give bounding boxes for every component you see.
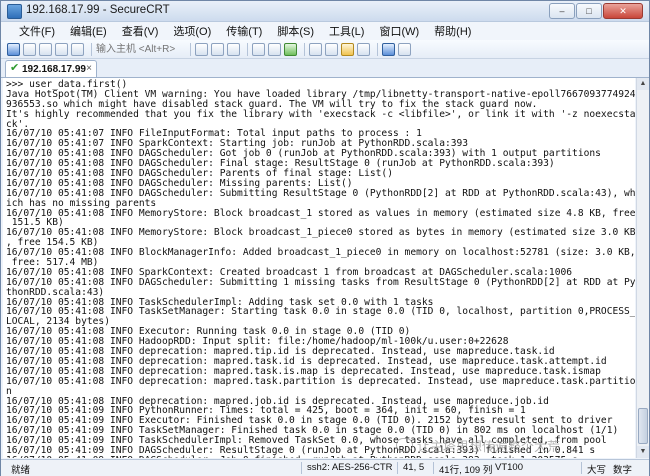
- help-icon[interactable]: [382, 42, 395, 56]
- paste-icon[interactable]: [211, 42, 224, 56]
- menu-window[interactable]: 窗口(W): [379, 23, 419, 39]
- status-divider: [301, 462, 302, 474]
- menu-bar: 文件(F) 编辑(E) 查看(V) 选项(O) 传输(T) 脚本(S) 工具(L…: [1, 22, 649, 40]
- status-ready: 就绪: [11, 465, 31, 476]
- sftp-icon[interactable]: [284, 42, 297, 56]
- status-cursor-position: 41, 5: [403, 462, 425, 473]
- log-session-icon[interactable]: [268, 42, 281, 56]
- print-icon[interactable]: [252, 42, 265, 56]
- host-input[interactable]: [96, 42, 182, 56]
- status-divider: [581, 462, 582, 474]
- connected-check-icon: ✔: [10, 62, 20, 74]
- scroll-up-icon[interactable]: ▲: [637, 78, 649, 90]
- menu-view[interactable]: 查看(V): [122, 23, 159, 39]
- tab-label: 192.168.17.99: [22, 64, 86, 75]
- keymap-icon[interactable]: [341, 42, 354, 56]
- menu-tools[interactable]: 工具(L): [329, 23, 364, 39]
- terminal-lines: >>> user_data.first() Java HotSpot(TM) Cl…: [3, 78, 635, 458]
- session-options-icon[interactable]: [309, 42, 322, 56]
- connect-in-tab-icon[interactable]: [39, 42, 52, 56]
- session-tab-bar: ✔ 192.168.17.99 ×: [1, 59, 649, 78]
- watermark: 让主塔思想传遍整个大荒: [396, 436, 560, 455]
- toolbar-separator: [247, 42, 248, 56]
- toolbar-separator: [91, 42, 92, 56]
- copy-icon[interactable]: [195, 42, 208, 56]
- session-tab[interactable]: ✔ 192.168.17.99 ×: [5, 60, 97, 77]
- securecrt-window: 192.168.17.99 - SecureCRT – □ ✕ 文件(F) 编辑…: [0, 0, 650, 476]
- watermark-text: 让主塔思想传遍整个大荒: [417, 439, 561, 454]
- title-bar[interactable]: 192.168.17.99 - SecureCRT – □ ✕: [1, 1, 649, 22]
- status-bar: 就绪 ssh2: AES-256-CTR 41, 5 41行, 109 列 VT…: [1, 459, 649, 476]
- status-terminal-type: VT100: [495, 462, 523, 473]
- window-controls: – □ ✕: [549, 3, 643, 19]
- wechat-icon: [396, 438, 413, 452]
- scroll-down-icon[interactable]: ▼: [637, 446, 649, 458]
- toolbar-separator: [190, 42, 191, 56]
- menu-script[interactable]: 脚本(S): [277, 23, 314, 39]
- window-title: 192.168.17.99 - SecureCRT: [26, 4, 170, 16]
- menu-help[interactable]: 帮助(H): [434, 23, 471, 39]
- vertical-scrollbar[interactable]: ▲ ▼: [636, 78, 649, 458]
- status-divider: [433, 462, 434, 474]
- securecrt-app-icon: [7, 4, 22, 19]
- terminal-line: 16/07/10 05:41:08 INFO MemoryStore: Bloc…: [6, 227, 635, 239]
- terminal-line: It's highly recommended that you fix the…: [6, 108, 635, 120]
- close-button[interactable]: ✕: [603, 3, 643, 19]
- sftp-transfer-icon[interactable]: [357, 42, 370, 56]
- minimize-button[interactable]: –: [549, 3, 575, 19]
- maximize-button[interactable]: □: [576, 3, 602, 19]
- toolbar-separator: [304, 42, 305, 56]
- menu-file[interactable]: 文件(F): [19, 23, 55, 39]
- terminal-line: 16/07/10 05:41:08 INFO MemoryStore: Bloc…: [6, 207, 635, 219]
- menu-edit[interactable]: 编辑(E): [70, 23, 107, 39]
- terminal-output[interactable]: >>> user_data.first() Java HotSpot(TM) Cl…: [3, 78, 635, 458]
- status-num: 数字: [613, 465, 633, 476]
- about-icon[interactable]: [398, 42, 411, 56]
- terminal-line: 16/07/10 05:41:08 INFO deprecation: mapr…: [6, 375, 635, 387]
- scroll-thumb[interactable]: [638, 408, 648, 444]
- tab-close-icon[interactable]: ×: [86, 61, 92, 76]
- quick-connect-icon[interactable]: [23, 42, 36, 56]
- toolbar-separator: [377, 42, 378, 56]
- reconnect-icon[interactable]: [55, 42, 68, 56]
- toolbar: [1, 40, 649, 59]
- terminal-line: 16/07/10 05:41:08 INFO BlockManagerInfo:…: [6, 247, 635, 259]
- status-divider: [397, 462, 398, 474]
- find-icon[interactable]: [227, 42, 240, 56]
- status-encryption: ssh2: AES-256-CTR: [307, 462, 393, 473]
- connect-icon[interactable]: [7, 42, 20, 56]
- disconnect-icon[interactable]: [71, 42, 84, 56]
- status-caps: 大写: [587, 465, 607, 476]
- menu-transfer[interactable]: 传输(T): [226, 23, 262, 39]
- global-options-icon[interactable]: [325, 42, 338, 56]
- menu-options[interactable]: 选项(O): [173, 23, 211, 39]
- terminal-line: 16/07/10 05:41:09 INFO DAGScheduler: Job…: [6, 455, 635, 458]
- status-rows-cols: 41行, 109 列: [439, 465, 493, 476]
